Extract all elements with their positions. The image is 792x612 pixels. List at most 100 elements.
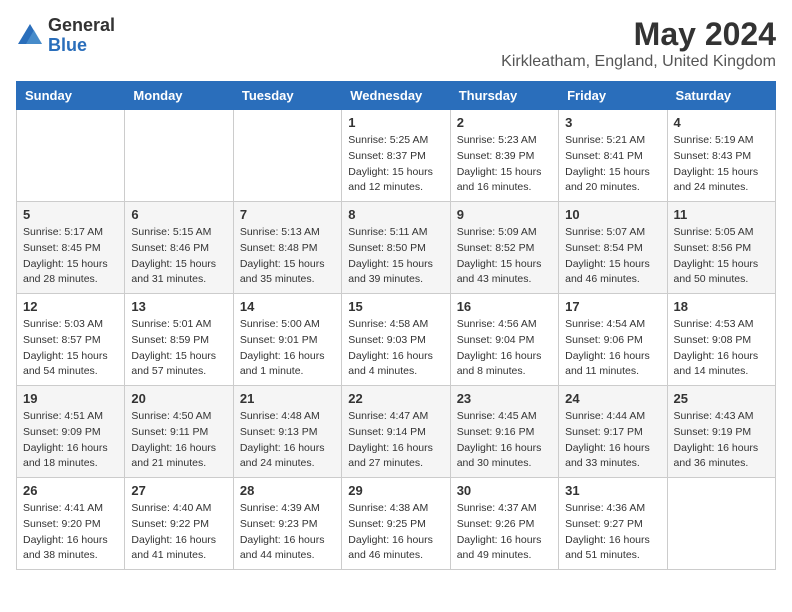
- day-info: Sunrise: 4:56 AMSunset: 9:04 PMDaylight:…: [457, 317, 552, 380]
- header-cell-monday: Monday: [125, 82, 233, 110]
- logo-icon: [16, 22, 44, 50]
- day-cell: 11 Sunrise: 5:05 AMSunset: 8:56 PMDayligh…: [667, 202, 775, 294]
- day-number: 24: [565, 391, 660, 406]
- day-number: 31: [565, 483, 660, 498]
- day-cell: 16 Sunrise: 4:56 AMSunset: 9:04 PMDayligh…: [450, 294, 558, 386]
- day-number: 11: [674, 207, 769, 222]
- day-number: 25: [674, 391, 769, 406]
- day-number: 16: [457, 299, 552, 314]
- week-row-3: 12 Sunrise: 5:03 AMSunset: 8:57 PMDayligh…: [17, 294, 776, 386]
- day-cell: 15 Sunrise: 4:58 AMSunset: 9:03 PMDayligh…: [342, 294, 450, 386]
- day-number: 21: [240, 391, 335, 406]
- day-info: Sunrise: 5:11 AMSunset: 8:50 PMDaylight:…: [348, 225, 443, 288]
- day-info: Sunrise: 5:07 AMSunset: 8:54 PMDaylight:…: [565, 225, 660, 288]
- day-info: Sunrise: 4:58 AMSunset: 9:03 PMDaylight:…: [348, 317, 443, 380]
- day-number: 9: [457, 207, 552, 222]
- day-info: Sunrise: 4:50 AMSunset: 9:11 PMDaylight:…: [131, 409, 226, 472]
- logo: General Blue: [16, 16, 115, 56]
- day-number: 6: [131, 207, 226, 222]
- day-number: 14: [240, 299, 335, 314]
- day-cell: 22Sunrise: 4:47 AMSunset: 9:14 PMDayligh…: [342, 386, 450, 478]
- day-number: 2: [457, 115, 552, 130]
- day-cell: 29Sunrise: 4:38 AMSunset: 9:25 PMDayligh…: [342, 478, 450, 570]
- day-cell: 9 Sunrise: 5:09 AMSunset: 8:52 PMDaylight…: [450, 202, 558, 294]
- day-number: 30: [457, 483, 552, 498]
- day-info: Sunrise: 4:41 AMSunset: 9:20 PMDaylight:…: [23, 501, 118, 564]
- day-cell: 7 Sunrise: 5:13 AMSunset: 8:48 PMDaylight…: [233, 202, 341, 294]
- logo-general-text: General: [48, 16, 115, 36]
- day-number: 26: [23, 483, 118, 498]
- week-row-4: 19 Sunrise: 4:51 AMSunset: 9:09 PMDayligh…: [17, 386, 776, 478]
- logo-text: General Blue: [48, 16, 115, 56]
- day-info: Sunrise: 5:13 AMSunset: 8:48 PMDaylight:…: [240, 225, 335, 288]
- day-cell: 4Sunrise: 5:19 AMSunset: 8:43 PMDaylight…: [667, 110, 775, 202]
- day-number: 3: [565, 115, 660, 130]
- day-info: Sunrise: 5:00 AMSunset: 9:01 PMDaylight:…: [240, 317, 335, 380]
- day-number: 18: [674, 299, 769, 314]
- week-row-1: 1Sunrise: 5:25 AMSunset: 8:37 PMDaylight…: [17, 110, 776, 202]
- day-number: 15: [348, 299, 443, 314]
- day-cell: 28Sunrise: 4:39 AMSunset: 9:23 PMDayligh…: [233, 478, 341, 570]
- day-number: 1: [348, 115, 443, 130]
- page-header: General Blue May 2024 Kirkleatham, Engla…: [16, 16, 776, 71]
- day-info: Sunrise: 4:48 AMSunset: 9:13 PMDaylight:…: [240, 409, 335, 472]
- day-info: Sunrise: 5:03 AMSunset: 8:57 PMDaylight:…: [23, 317, 118, 380]
- day-number: 4: [674, 115, 769, 130]
- header-cell-wednesday: Wednesday: [342, 82, 450, 110]
- day-info: Sunrise: 4:37 AMSunset: 9:26 PMDaylight:…: [457, 501, 552, 564]
- day-cell: 10 Sunrise: 5:07 AMSunset: 8:54 PMDayligh…: [559, 202, 667, 294]
- day-cell: 21 Sunrise: 4:48 AMSunset: 9:13 PMDayligh…: [233, 386, 341, 478]
- day-cell: 13 Sunrise: 5:01 AMSunset: 8:59 PMDayligh…: [125, 294, 233, 386]
- day-info: Sunrise: 4:47 AMSunset: 9:14 PMDaylight:…: [348, 409, 443, 472]
- day-cell: 26 Sunrise: 4:41 AMSunset: 9:20 PMDayligh…: [17, 478, 125, 570]
- day-cell: 18 Sunrise: 4:53 AMSunset: 9:08 PMDayligh…: [667, 294, 775, 386]
- calendar-body: 1Sunrise: 5:25 AMSunset: 8:37 PMDaylight…: [17, 110, 776, 570]
- day-number: 8: [348, 207, 443, 222]
- day-cell: [17, 110, 125, 202]
- day-cell: 24 Sunrise: 4:44 AMSunset: 9:17 PMDayligh…: [559, 386, 667, 478]
- day-cell: 30 Sunrise: 4:37 AMSunset: 9:26 PMDayligh…: [450, 478, 558, 570]
- day-info: Sunrise: 4:40 AMSunset: 9:22 PMDaylight:…: [131, 501, 226, 564]
- day-info: Sunrise: 5:17 AMSunset: 8:45 PMDaylight:…: [23, 225, 118, 288]
- week-row-5: 26 Sunrise: 4:41 AMSunset: 9:20 PMDayligh…: [17, 478, 776, 570]
- logo-blue-text: Blue: [48, 36, 115, 56]
- day-number: 7: [240, 207, 335, 222]
- header-cell-saturday: Saturday: [667, 82, 775, 110]
- day-number: 5: [23, 207, 118, 222]
- day-info: Sunrise: 4:53 AMSunset: 9:08 PMDaylight:…: [674, 317, 769, 380]
- day-info: Sunrise: 5:09 AMSunset: 8:52 PMDaylight:…: [457, 225, 552, 288]
- header-cell-thursday: Thursday: [450, 82, 558, 110]
- day-info: Sunrise: 4:54 AMSunset: 9:06 PMDaylight:…: [565, 317, 660, 380]
- day-cell: 12 Sunrise: 5:03 AMSunset: 8:57 PMDayligh…: [17, 294, 125, 386]
- calendar-header: SundayMondayTuesdayWednesdayThursdayFrid…: [17, 82, 776, 110]
- day-info: Sunrise: 5:05 AMSunset: 8:56 PMDaylight:…: [674, 225, 769, 288]
- day-cell: 1Sunrise: 5:25 AMSunset: 8:37 PMDaylight…: [342, 110, 450, 202]
- day-cell: 31Sunrise: 4:36 AMSunset: 9:27 PMDayligh…: [559, 478, 667, 570]
- month-title: May 2024: [501, 16, 776, 53]
- day-number: 13: [131, 299, 226, 314]
- day-cell: 3 Sunrise: 5:21 AMSunset: 8:41 PMDaylight…: [559, 110, 667, 202]
- day-cell: [125, 110, 233, 202]
- day-cell: 6 Sunrise: 5:15 AMSunset: 8:46 PMDaylight…: [125, 202, 233, 294]
- day-cell: [667, 478, 775, 570]
- day-cell: 5 Sunrise: 5:17 AMSunset: 8:45 PMDaylight…: [17, 202, 125, 294]
- day-info: Sunrise: 4:51 AMSunset: 9:09 PMDaylight:…: [23, 409, 118, 472]
- day-info: Sunrise: 5:15 AMSunset: 8:46 PMDaylight:…: [131, 225, 226, 288]
- day-number: 10: [565, 207, 660, 222]
- day-cell: 8 Sunrise: 5:11 AMSunset: 8:50 PMDaylight…: [342, 202, 450, 294]
- day-info: Sunrise: 4:44 AMSunset: 9:17 PMDaylight:…: [565, 409, 660, 472]
- header-cell-friday: Friday: [559, 82, 667, 110]
- header-row: SundayMondayTuesdayWednesdayThursdayFrid…: [17, 82, 776, 110]
- location-title: Kirkleatham, England, United Kingdom: [501, 53, 776, 71]
- day-cell: 17 Sunrise: 4:54 AMSunset: 9:06 PMDayligh…: [559, 294, 667, 386]
- day-number: 28: [240, 483, 335, 498]
- day-number: 19: [23, 391, 118, 406]
- day-info: Sunrise: 5:01 AMSunset: 8:59 PMDaylight:…: [131, 317, 226, 380]
- day-cell: [233, 110, 341, 202]
- day-cell: 20Sunrise: 4:50 AMSunset: 9:11 PMDayligh…: [125, 386, 233, 478]
- header-cell-sunday: Sunday: [17, 82, 125, 110]
- day-number: 12: [23, 299, 118, 314]
- header-cell-tuesday: Tuesday: [233, 82, 341, 110]
- day-info: Sunrise: 5:21 AMSunset: 8:41 PMDaylight:…: [565, 133, 660, 196]
- day-number: 17: [565, 299, 660, 314]
